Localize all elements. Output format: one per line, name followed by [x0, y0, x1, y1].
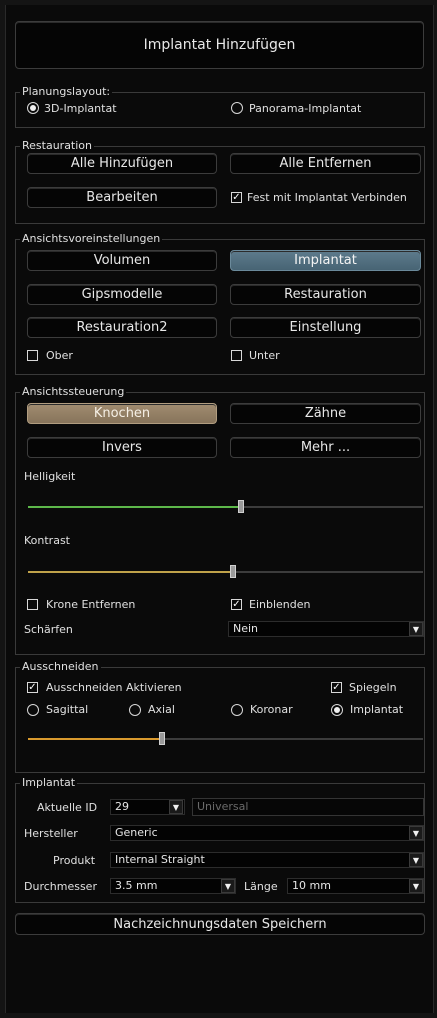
edit-button[interactable]: Bearbeiten [27, 187, 217, 208]
contrast-slider-thumb[interactable] [230, 565, 236, 578]
clipping-title: Ausschneiden [20, 660, 101, 673]
setting-view-button[interactable]: Einstellung [230, 317, 421, 338]
plaster-models-button[interactable]: Gipsmodelle [27, 284, 217, 305]
mirror-checkbox[interactable]: ✓ [331, 682, 342, 693]
contrast-label: Kontrast [24, 534, 70, 547]
sharpen-dropdown-icon[interactable]: ▼ [409, 622, 423, 636]
radio-clip-implant[interactable] [331, 704, 343, 716]
radio-panorama-implant-label: Panorama-Implantat [249, 102, 362, 115]
manufacturer-value: Generic [115, 826, 158, 839]
save-tracing-label: Nachzeichnungsdaten Speichern [113, 916, 327, 932]
manufacturer-select[interactable]: Generic [110, 825, 424, 841]
teeth-label: Zähne [304, 406, 347, 421]
current-id-value: 29 [115, 800, 129, 813]
invert-label: Invers [102, 440, 142, 455]
contrast-slider-fill [28, 571, 233, 573]
volume-label: Volumen [93, 253, 151, 268]
length-label: Länge [244, 880, 278, 893]
edit-label: Bearbeiten [86, 190, 158, 205]
bone-button[interactable]: Knochen [27, 403, 217, 424]
restoration-view-label: Restauration [284, 287, 367, 302]
restoration-view-button[interactable]: Restauration [230, 284, 421, 305]
manufacturer-label: Hersteller [24, 827, 78, 840]
restoration-title: Restauration [20, 139, 95, 152]
implant-view-button[interactable]: Implantat [230, 250, 421, 271]
implant-view-label: Implantat [294, 253, 357, 268]
teeth-button[interactable]: Zähne [230, 403, 421, 424]
product-dropdown-icon[interactable]: ▼ [409, 853, 423, 867]
volume-button[interactable]: Volumen [27, 250, 217, 271]
length-select[interactable]: 10 mm [287, 878, 424, 894]
radio-coronal-label: Koronar [250, 703, 293, 716]
product-label: Produkt [53, 854, 96, 867]
add-all-label: Alle Hinzufügen [70, 156, 174, 171]
brightness-label: Helligkeit [24, 470, 76, 483]
activate-clipping-checkbox[interactable]: ✓ [27, 682, 38, 693]
implant-title: Implantat [20, 776, 78, 789]
add-all-button[interactable]: Alle Hinzufügen [27, 153, 217, 174]
show-label: Einblenden [249, 598, 311, 611]
brightness-slider-fill [28, 506, 241, 508]
restoration2-view-label: Restauration2 [76, 320, 168, 335]
add-implant-label: Implantat Hinzufügen [143, 37, 296, 53]
radio-3d-implant-label: 3D-Implantat [44, 102, 117, 115]
diameter-value: 3.5 mm [115, 879, 158, 892]
bone-label: Knochen [93, 406, 151, 421]
upper-label: Ober [46, 349, 73, 362]
remove-all-button[interactable]: Alle Entfernen [230, 153, 421, 174]
remove-crown-label: Krone Entfernen [46, 598, 136, 611]
length-dropdown-icon[interactable]: ▼ [409, 879, 423, 893]
save-tracing-button[interactable]: Nachzeichnungsdaten Speichern [15, 913, 425, 935]
radio-coronal[interactable] [231, 704, 243, 716]
current-id-label: Aktuelle ID [37, 801, 98, 814]
remove-all-label: Alle Entfernen [279, 156, 372, 171]
restoration2-view-button[interactable]: Restauration2 [27, 317, 217, 338]
setting-view-label: Einstellung [289, 320, 362, 335]
more-label: Mehr ... [300, 440, 351, 455]
lower-checkbox[interactable] [231, 350, 242, 361]
brightness-slider-thumb[interactable] [238, 500, 244, 513]
remove-crown-checkbox[interactable] [27, 599, 38, 610]
clipping-slider-fill [28, 738, 162, 740]
radio-3d-implant[interactable] [27, 102, 39, 114]
upper-checkbox[interactable] [27, 350, 38, 361]
diameter-select[interactable]: 3.5 mm [110, 878, 236, 894]
product-select[interactable]: Internal Straight [110, 852, 424, 868]
diameter-dropdown-icon[interactable]: ▼ [221, 879, 235, 893]
current-id-dropdown-icon[interactable]: ▼ [169, 800, 183, 814]
fix-with-implant-checkbox[interactable]: ✓ [231, 192, 242, 203]
lower-label: Unter [249, 349, 280, 362]
invert-button[interactable]: Invers [27, 437, 217, 458]
product-value: Internal Straight [115, 853, 205, 866]
activate-clipping-label: Ausschneiden Aktivieren [46, 681, 182, 694]
radio-sagittal-label: Sagittal [46, 703, 89, 716]
radio-axial[interactable] [129, 704, 141, 716]
diameter-label: Durchmesser [24, 880, 97, 893]
manufacturer-dropdown-icon[interactable]: ▼ [409, 826, 423, 840]
universal-field[interactable]: Universal [192, 798, 424, 816]
sharpen-select[interactable]: Nein [228, 621, 424, 637]
show-checkbox[interactable]: ✓ [231, 599, 242, 610]
view-control-group [15, 392, 425, 655]
mirror-label: Spiegeln [349, 681, 397, 694]
add-implant-button[interactable]: Implantat Hinzufügen [15, 21, 424, 69]
sharpen-select-value: Nein [233, 622, 259, 635]
radio-panorama-implant[interactable] [231, 102, 243, 114]
view-presets-title: Ansichtsvoreinstellungen [20, 232, 163, 245]
clipping-slider-thumb[interactable] [159, 732, 165, 745]
fix-with-implant-label: Fest mit Implantat Verbinden [247, 191, 407, 204]
universal-placeholder: Universal [197, 800, 249, 813]
more-button[interactable]: Mehr ... [230, 437, 421, 458]
sharpen-label: Schärfen [24, 623, 73, 636]
planning-layout-title: Planungslayout: [20, 85, 113, 98]
implant-planning-panel: Implantat Hinzufügen Planungslayout: 3D-… [5, 5, 434, 1013]
radio-clip-implant-label: Implantat [350, 703, 404, 716]
radio-sagittal[interactable] [27, 704, 39, 716]
view-control-title: Ansichtssteuerung [20, 385, 127, 398]
plaster-models-label: Gipsmodelle [81, 287, 163, 302]
length-value: 10 mm [292, 879, 331, 892]
radio-axial-label: Axial [148, 703, 175, 716]
